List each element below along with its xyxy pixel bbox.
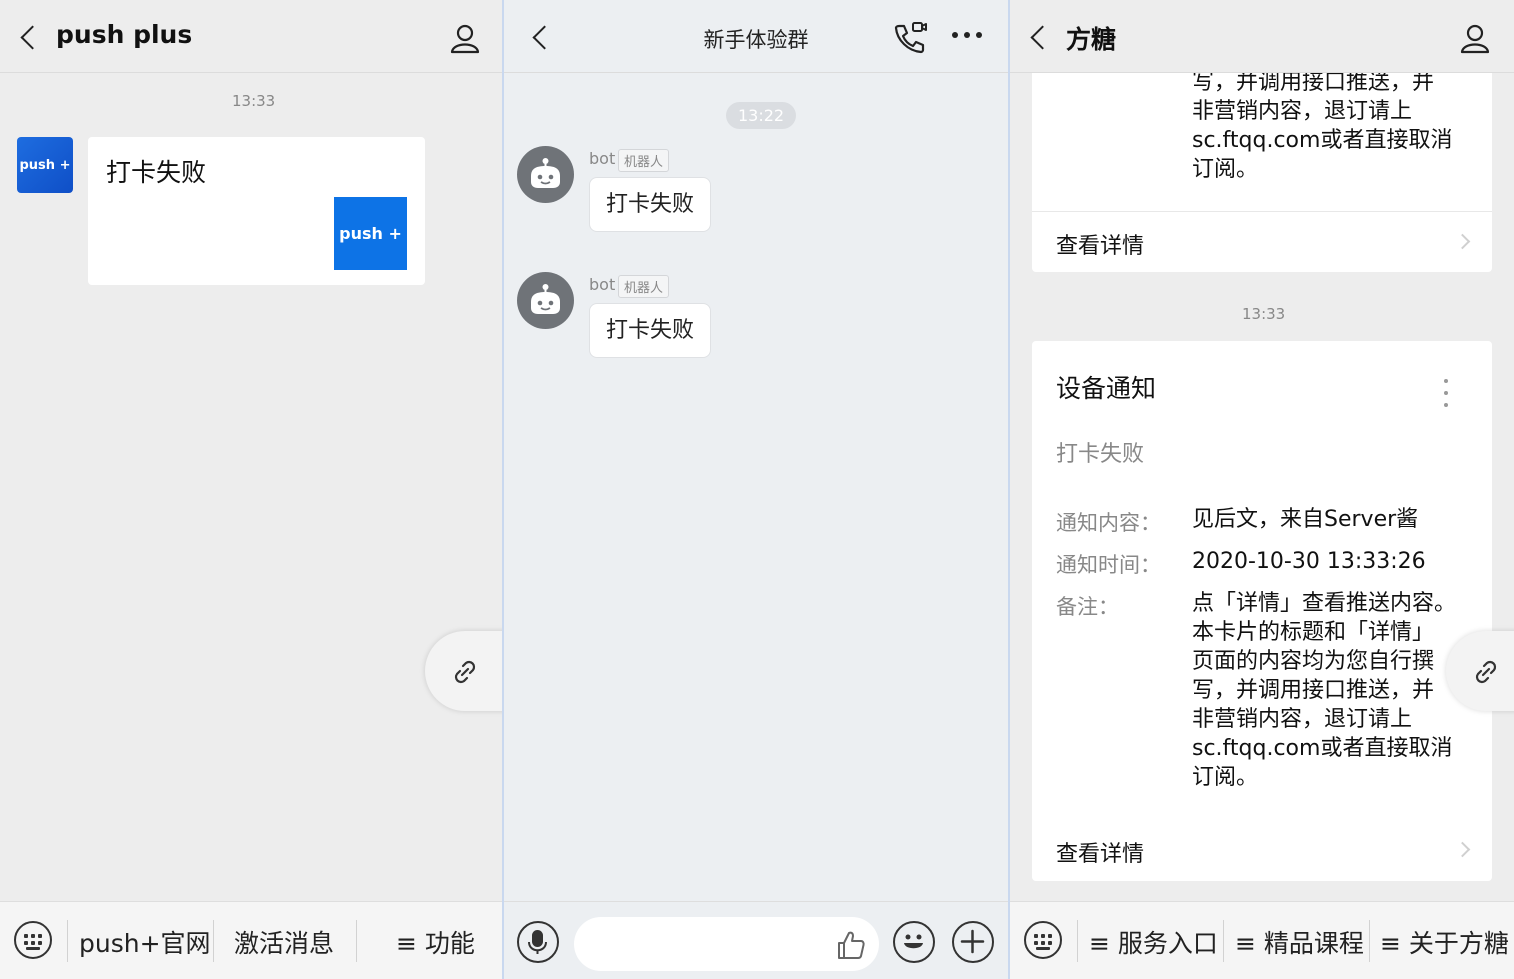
keyboard-icon[interactable]: [1024, 921, 1062, 959]
profile-icon[interactable]: [1459, 22, 1491, 54]
keyboard-icon[interactable]: [14, 921, 52, 959]
push-plus-chat-panel: push plus 13:33 push + 打卡失败 push + push+…: [0, 0, 502, 979]
group-chat-panel: 新手体验群 13:22 bot 机器人 打卡失败 bot 机器人 打卡失败: [502, 0, 1010, 979]
device-notification-card[interactable]: 设备通知 打卡失败 通知内容： 见后文，来自Server酱 通知时间： 2020…: [1032, 341, 1492, 881]
sender-name: bot: [589, 275, 616, 294]
view-details-link[interactable]: 查看详情: [1032, 820, 1492, 880]
chevron-right-icon: [1454, 841, 1471, 858]
field-label: 通知时间：: [1056, 553, 1161, 577]
voice-input-button[interactable]: [517, 921, 559, 963]
message-input[interactable]: [574, 917, 879, 971]
plus-icon: [960, 929, 985, 954]
note-line: 非营销内容，退订请上: [1192, 707, 1413, 732]
emoji-button[interactable]: [893, 921, 935, 963]
robot-icon: [531, 284, 560, 314]
chat-header: 方糖: [1010, 0, 1514, 73]
link-icon: [1475, 660, 1497, 684]
note-line: 点「详情」查看推送内容。: [1192, 591, 1457, 616]
note-line: 页面的内容均为您自行撰: [1192, 649, 1435, 674]
message-bubble[interactable]: 打卡失败: [589, 177, 712, 232]
field-label: 通知内容：: [1056, 511, 1161, 535]
floating-link-button[interactable]: [425, 631, 502, 711]
card-subtitle: 打卡失败: [1056, 442, 1145, 467]
emoji-icon: [904, 934, 923, 949]
avatar[interactable]: push +: [17, 137, 73, 193]
view-details-link[interactable]: 查看详情: [1032, 211, 1492, 271]
menu-official-site[interactable]: push+官网: [79, 924, 211, 960]
chat-header: push plus: [0, 0, 502, 73]
note-line: 写，并调用接口推送，并: [1192, 678, 1435, 703]
chat-menu-bar: push+官网 激活消息 ≡ 功能: [0, 901, 502, 979]
message-card[interactable]: 打卡失败 push +: [88, 137, 425, 285]
view-details-label: 查看详情: [1056, 234, 1145, 259]
message-timestamp: 13:22: [726, 102, 797, 129]
chat-title: 新手体验群: [703, 28, 809, 52]
note-line: sc.ftqq.com或者直接取消: [1192, 128, 1453, 153]
message-bubble[interactable]: 打卡失败: [589, 303, 712, 358]
note-line: 非营销内容，退订请上: [1192, 99, 1413, 124]
chat-input-bar: [504, 901, 1008, 979]
back-icon[interactable]: [16, 22, 38, 54]
sender-name: bot: [589, 149, 616, 168]
card-thumbnail: push +: [334, 197, 407, 270]
note-line: sc.ftqq.com或者直接取消: [1192, 736, 1453, 761]
chat-header: 新手体验群: [504, 0, 1008, 73]
menu-courses[interactable]: ≡ 精品课程: [1235, 924, 1364, 960]
note-line: 订阅。: [1192, 157, 1259, 182]
add-attachment-button[interactable]: [952, 921, 994, 963]
back-icon[interactable]: [1026, 22, 1048, 54]
link-icon: [454, 660, 476, 684]
view-details-label: 查看详情: [1056, 842, 1145, 867]
robot-badge: 机器人: [618, 149, 670, 172]
previous-message-card[interactable]: 写，并调用接口推送，并 非营销内容，退订请上 sc.ftqq.com或者直接取消…: [1032, 40, 1492, 272]
message-text: 打卡失败: [106, 158, 207, 187]
field-label: 备注：: [1056, 595, 1119, 619]
menu-about[interactable]: ≡ 关于方糖: [1380, 924, 1509, 960]
avatar[interactable]: [517, 146, 574, 203]
message-timestamp: 13:33: [232, 92, 276, 110]
fangtang-chat-panel: 写，并调用接口推送，并 非营销内容，退订请上 sc.ftqq.com或者直接取消…: [1010, 0, 1514, 979]
field-value: 2020-10-30 13:33:26: [1192, 549, 1426, 574]
thumbs-up-icon[interactable]: [835, 929, 867, 961]
more-options-icon[interactable]: [1444, 379, 1448, 407]
chat-title: push plus: [56, 20, 193, 49]
chevron-right-icon: [1454, 233, 1471, 250]
chat-menu-bar: ≡ 服务入口 ≡ 精品课程 ≡ 关于方糖: [1010, 901, 1514, 979]
note-line: 订阅。: [1192, 765, 1259, 790]
avatar[interactable]: [517, 272, 574, 329]
card-title: 设备通知: [1056, 374, 1157, 403]
note-line: 本卡片的标题和「详情」: [1192, 620, 1435, 645]
menu-functions[interactable]: ≡ 功能: [396, 924, 475, 960]
robot-badge: 机器人: [618, 275, 670, 298]
menu-service-entry[interactable]: ≡ 服务入口: [1089, 924, 1218, 960]
microphone-icon: [528, 930, 547, 954]
more-options-icon[interactable]: [950, 30, 984, 40]
profile-icon[interactable]: [449, 22, 481, 54]
voice-call-icon[interactable]: [892, 20, 928, 56]
message-timestamp: 13:33: [1242, 305, 1286, 323]
field-value: 见后文，来自Server酱: [1192, 507, 1419, 532]
chat-title: 方糖: [1066, 25, 1117, 54]
robot-icon: [531, 158, 560, 188]
menu-activate-message[interactable]: 激活消息: [234, 924, 334, 960]
